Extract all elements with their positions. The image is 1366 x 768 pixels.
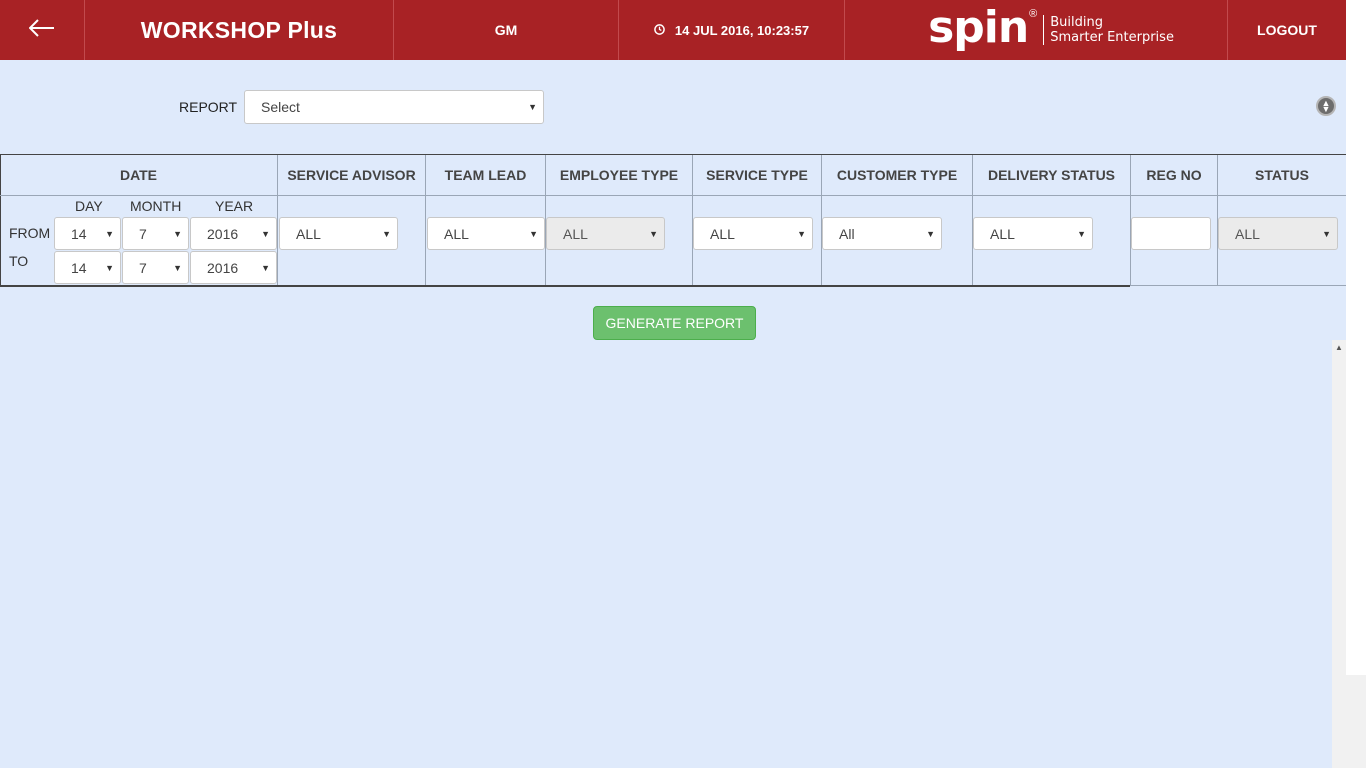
chevron-down-icon: ▼: [105, 262, 114, 273]
employee-type-column: EMPLOYEE TYPE ALL ▼: [546, 155, 693, 286]
scroll-up-icon[interactable]: ▲: [1332, 343, 1346, 352]
day-label: DAY: [75, 198, 103, 214]
datetime-display: 14 JUL 2016, 10:23:57: [619, 0, 845, 60]
team-lead-value: ALL: [444, 225, 469, 242]
status-column: STATUS ALL ▼: [1218, 155, 1346, 286]
logout-button[interactable]: LOGOUT: [1228, 0, 1346, 60]
date-column: DATE DAY MONTH YEAR FROM TO 14 ▼ 7 ▼ 201…: [0, 155, 278, 286]
reg-no-header: REG NO: [1131, 155, 1217, 196]
delivery-status-select[interactable]: ALL ▼: [973, 217, 1093, 250]
report-select[interactable]: Select ▼: [244, 90, 544, 124]
service-advisor-column: SERVICE ADVISOR ALL ▼: [278, 155, 426, 286]
chevron-down-icon: ▼: [105, 228, 114, 239]
page-edge: [1346, 0, 1366, 675]
employee-type-value: ALL: [563, 225, 588, 242]
chevron-down-icon: ▼: [528, 102, 537, 112]
chevron-down-icon: ▼: [173, 262, 182, 273]
datetime-text: 14 JUL 2016, 10:23:57: [674, 22, 810, 38]
table-divider: [0, 285, 1130, 287]
customer-type-select[interactable]: All ▼: [822, 217, 942, 250]
table-divider: [1130, 285, 1346, 286]
to-year-value: 2016: [207, 259, 239, 276]
employee-type-select[interactable]: ALL ▼: [546, 217, 665, 250]
chevron-down-icon: ▼: [649, 228, 658, 239]
chevron-down-icon: ▼: [529, 228, 538, 239]
service-advisor-header: SERVICE ADVISOR: [278, 155, 425, 196]
status-header: STATUS: [1218, 155, 1346, 196]
from-day-value: 14: [71, 225, 87, 242]
reg-no-input[interactable]: [1131, 217, 1211, 250]
chevron-down-icon: ▼: [173, 228, 182, 239]
employee-type-header: EMPLOYEE TYPE: [546, 155, 692, 196]
chevron-down-icon: ▼: [261, 262, 270, 273]
to-year-select[interactable]: 2016 ▼: [190, 251, 277, 284]
top-bar: WORKSHOP Plus GM 14 JUL 2016, 10:23:57 s…: [0, 0, 1346, 60]
tagline-line-2: Smarter Enterprise: [1050, 30, 1174, 45]
team-lead-header: TEAM LEAD: [426, 155, 545, 196]
month-label: MONTH: [130, 198, 182, 214]
customer-type-column: CUSTOMER TYPE All ▼: [822, 155, 973, 286]
service-type-header: SERVICE TYPE: [693, 155, 821, 196]
to-day-value: 14: [71, 259, 87, 276]
service-type-value: ALL: [710, 225, 735, 242]
chevron-down-icon: ▼: [1077, 228, 1086, 239]
to-month-select[interactable]: 7 ▼: [122, 251, 189, 284]
spin-logo: spin: [928, 2, 1029, 53]
to-label: TO: [9, 253, 29, 269]
from-month-value: 7: [139, 225, 147, 242]
brand-logo: spin ® Building Smarter Enterprise: [845, 0, 1228, 60]
registered-mark: ®: [1029, 8, 1038, 20]
customer-type-value: All: [839, 225, 855, 242]
filter-table: DATE DAY MONTH YEAR FROM TO 14 ▼ 7 ▼ 201…: [0, 154, 1346, 287]
generate-report-button[interactable]: GENERATE REPORT: [593, 306, 756, 340]
team-lead-select[interactable]: ALL ▼: [427, 217, 545, 250]
date-header: DATE: [0, 155, 277, 196]
to-month-value: 7: [139, 259, 147, 276]
from-year-select[interactable]: 2016 ▼: [190, 217, 277, 250]
chevron-down-icon: ▼: [1322, 228, 1331, 239]
scrollbar[interactable]: ▲: [1332, 340, 1346, 768]
collapse-toggle-icon[interactable]: ▲ ▼: [1316, 96, 1336, 116]
clock-icon: [654, 23, 665, 38]
app-title: WORKSHOP Plus: [85, 0, 394, 60]
scrollbar-track: [1346, 675, 1366, 768]
customer-type-header: CUSTOMER TYPE: [822, 155, 972, 196]
from-month-select[interactable]: 7 ▼: [122, 217, 189, 250]
chevron-down-icon: ▼: [926, 228, 935, 239]
report-label: REPORT: [179, 99, 238, 115]
to-day-select[interactable]: 14 ▼: [54, 251, 121, 284]
team-lead-column: TEAM LEAD ALL ▼: [426, 155, 546, 286]
year-label: YEAR: [215, 198, 254, 214]
service-advisor-select[interactable]: ALL ▼: [279, 217, 398, 250]
from-day-select[interactable]: 14 ▼: [54, 217, 121, 250]
back-button[interactable]: [0, 0, 85, 60]
report-select-value: Select: [261, 99, 300, 115]
from-year-value: 2016: [207, 225, 239, 242]
delivery-status-column: DELIVERY STATUS ALL ▼: [973, 155, 1131, 286]
chevron-down-icon: ▼: [261, 228, 270, 239]
status-value: ALL: [1235, 225, 1260, 242]
tagline-line-1: Building: [1050, 15, 1104, 30]
delivery-status-value: ALL: [990, 225, 1015, 242]
arrow-left-icon: [28, 18, 55, 42]
user-name: GM: [394, 0, 619, 60]
chevron-down-icon: ▼: [797, 228, 806, 239]
delivery-status-header: DELIVERY STATUS: [973, 155, 1130, 196]
brand-tagline: Building Smarter Enterprise: [1043, 15, 1174, 45]
status-select[interactable]: ALL ▼: [1218, 217, 1338, 250]
service-advisor-value: ALL: [296, 225, 321, 242]
reg-no-column: REG NO: [1131, 155, 1218, 286]
service-type-column: SERVICE TYPE ALL ▼: [693, 155, 822, 286]
chevron-down-icon: ▼: [382, 228, 391, 239]
service-type-select[interactable]: ALL ▼: [693, 217, 813, 250]
from-label: FROM: [9, 225, 51, 241]
